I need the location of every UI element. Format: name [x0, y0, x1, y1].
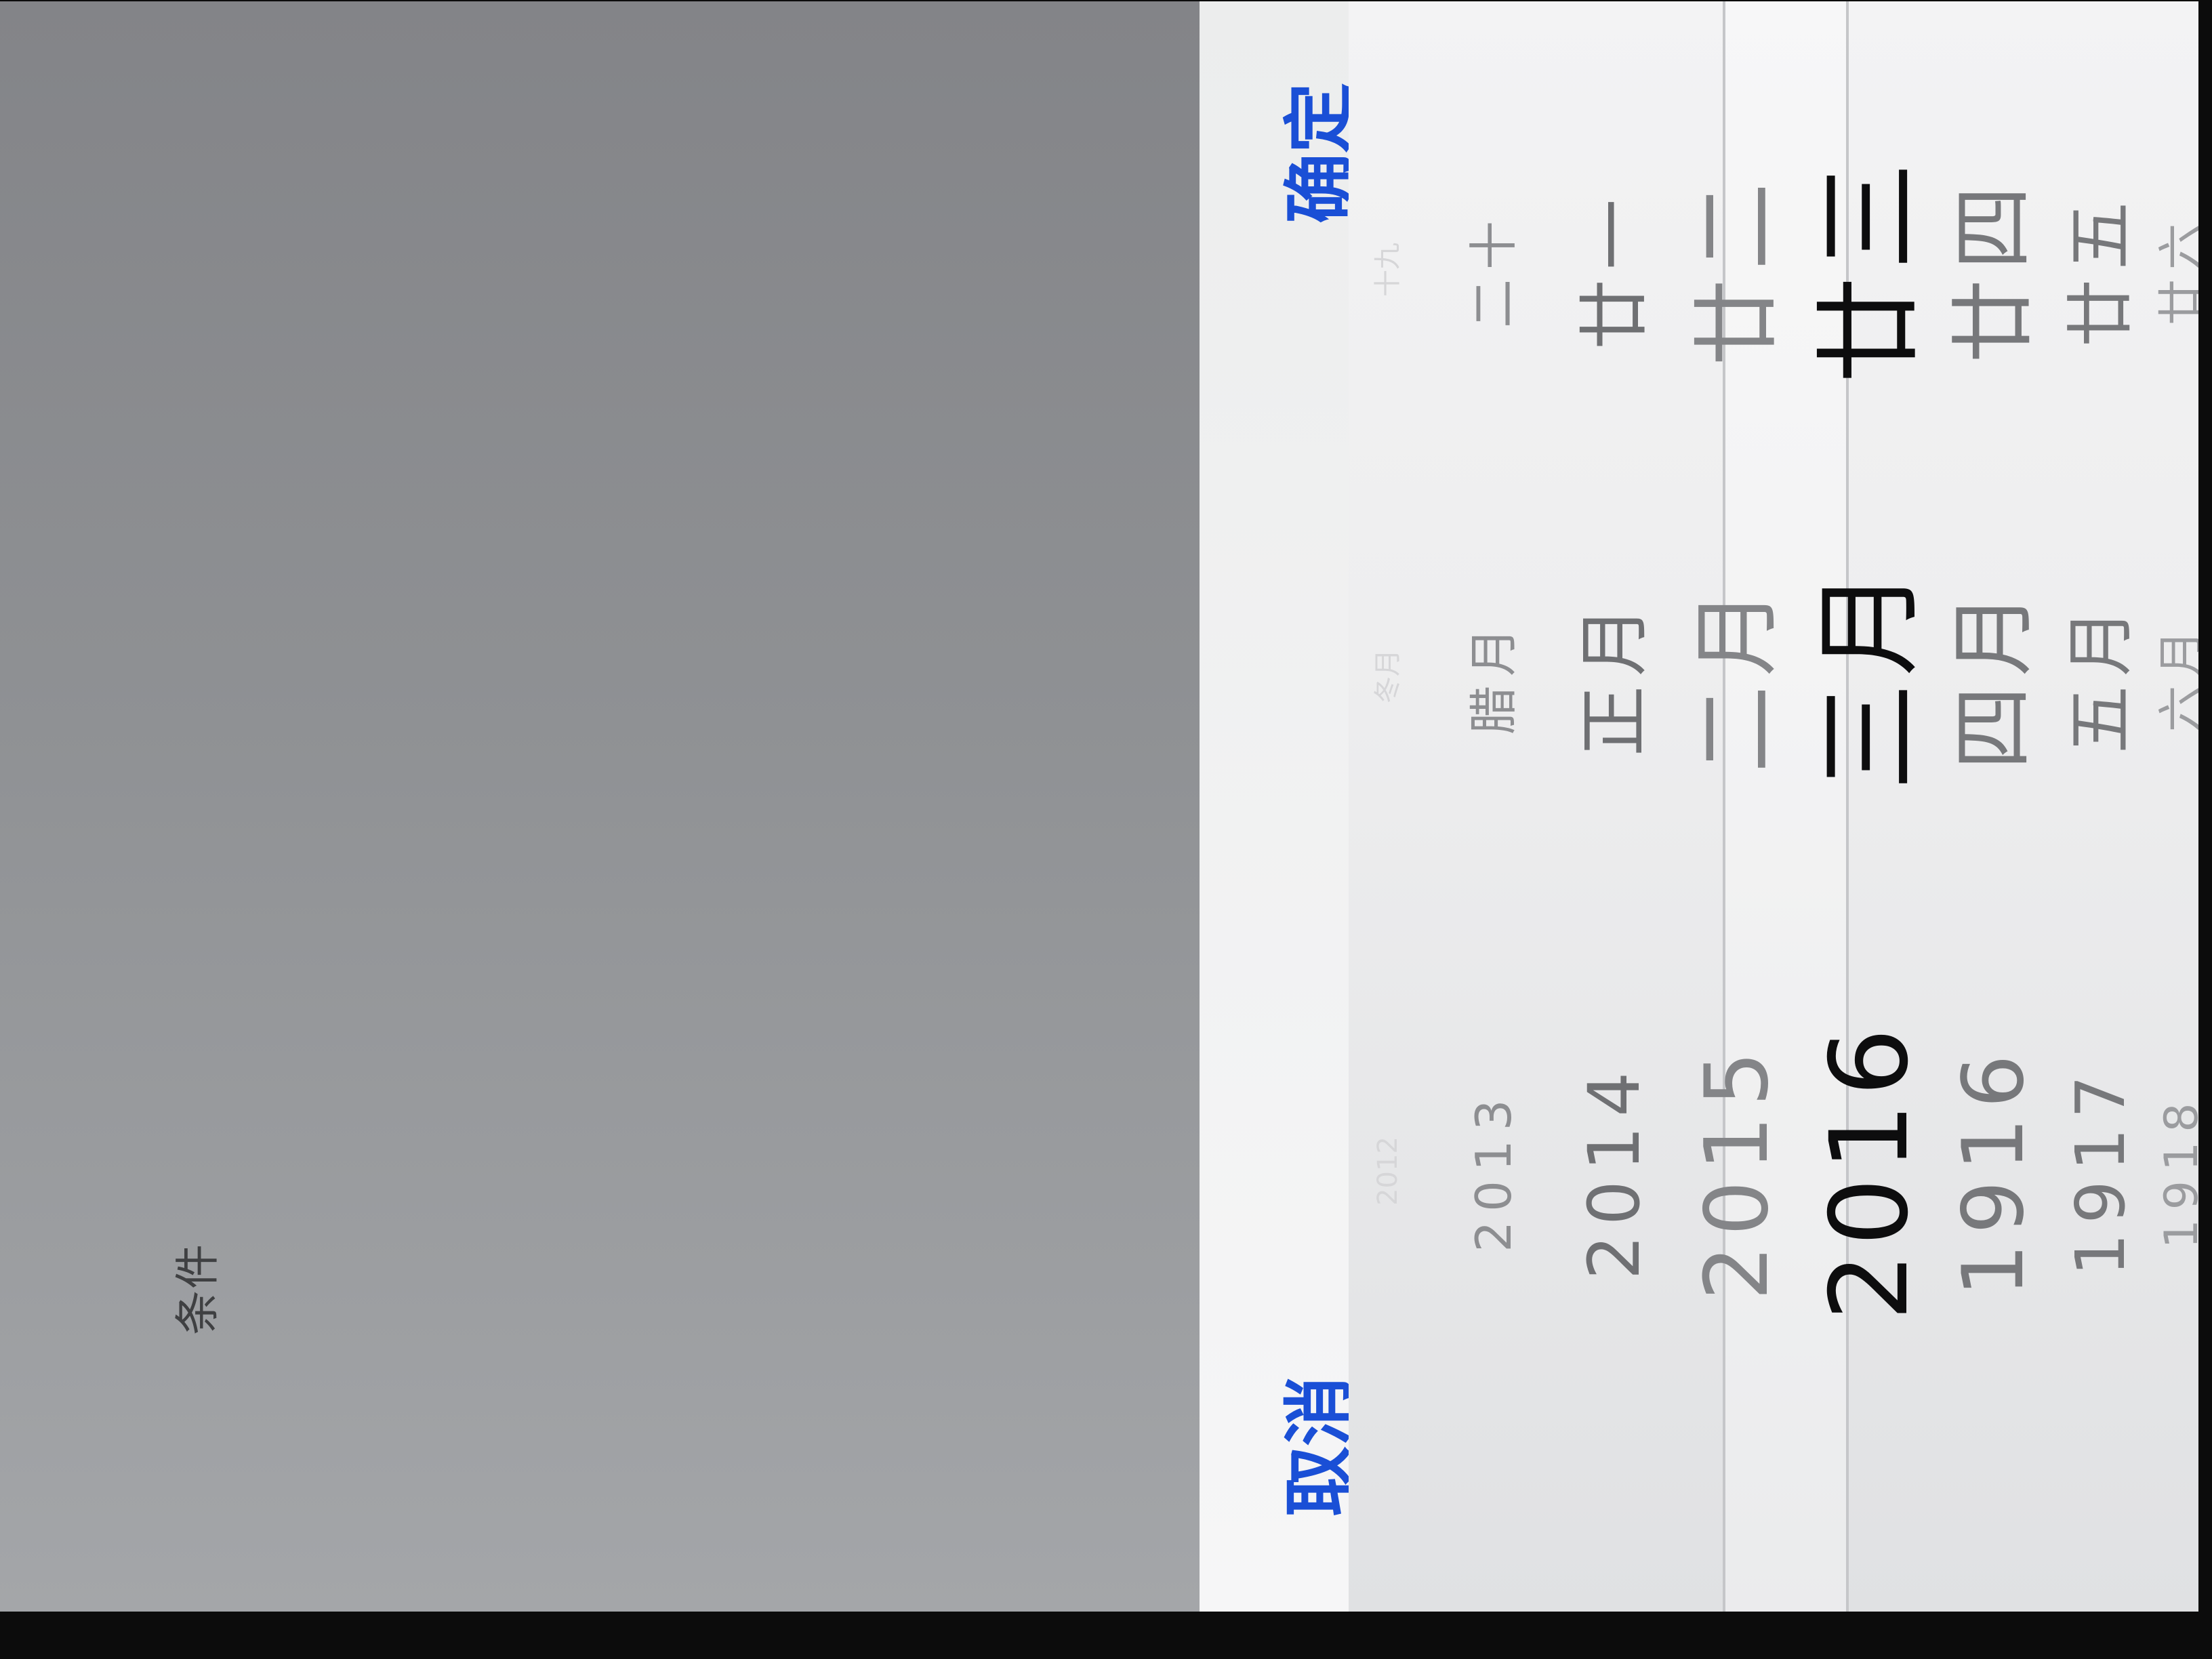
month-option[interactable]: 腊月 [1465, 500, 1522, 853]
month-option-selected[interactable]: 三月 [1807, 500, 1932, 853]
month-option[interactable]: 五月 [2061, 500, 2140, 853]
day-wheel[interactable]: 十九 二十 廿一 廿二 廿三 廿四 廿五 廿六 [1349, 94, 2198, 446]
year-option[interactable]: 1916 [1945, 954, 2043, 1388]
year-option[interactable]: 2015 [1687, 954, 1788, 1388]
month-wheel[interactable]: 冬月 腊月 正月 二月 三月 四月 五月 六月 [1349, 500, 2198, 853]
day-option[interactable]: 廿一 [1573, 94, 1656, 446]
screen: 条件 取消 确定 2012 2013 2014 2015 2016 1916 1… [0, 1, 2198, 1612]
year-option[interactable]: 2012 [1372, 954, 1404, 1388]
phone-frame: 条件 取消 确定 2012 2013 2014 2015 2016 1916 1… [0, 0, 2212, 1659]
picker-toolbar: 取消 确定 [1200, 1, 1361, 1612]
day-option[interactable]: 十九 [1372, 94, 1404, 446]
day-option[interactable]: 廿二 [1687, 94, 1788, 446]
day-option-selected[interactable]: 廿三 [1807, 94, 1932, 446]
year-option[interactable]: 1918 [2155, 954, 2198, 1388]
day-option[interactable]: 二十 [1465, 94, 1522, 446]
month-option[interactable]: 四月 [1945, 500, 2043, 853]
lunar-date-picker[interactable]: 2012 2013 2014 2015 2016 1916 1917 1918 … [1349, 1, 2198, 1612]
year-option-selected[interactable]: 2016 [1807, 954, 1932, 1388]
year-option[interactable]: 2013 [1465, 954, 1522, 1388]
year-option[interactable]: 2014 [1573, 954, 1656, 1388]
year-wheel[interactable]: 2012 2013 2014 2015 2016 1916 1917 1918 [1349, 954, 2198, 1388]
day-option[interactable]: 廿四 [1945, 94, 2043, 446]
conditions-label: 条件 [171, 1243, 224, 1335]
day-option[interactable]: 廿五 [2061, 94, 2140, 446]
month-option[interactable]: 二月 [1687, 500, 1788, 853]
year-option[interactable]: 1917 [2061, 954, 2140, 1388]
month-option[interactable]: 正月 [1573, 500, 1656, 853]
date-picker-sheet: 取消 确定 2012 2013 2014 2015 2016 1916 1917… [1200, 1, 2198, 1612]
month-option[interactable]: 六月 [2155, 500, 2198, 853]
month-option[interactable]: 冬月 [1372, 500, 1404, 853]
day-option[interactable]: 廿六 [2155, 94, 2198, 446]
